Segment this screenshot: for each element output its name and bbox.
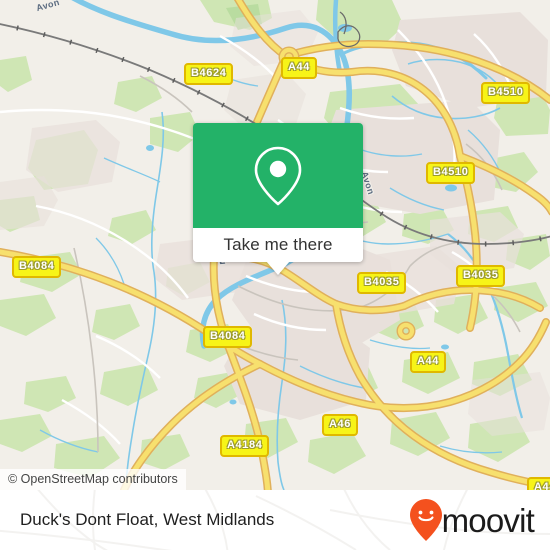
road-shield-b4084-2: B4084	[203, 326, 253, 348]
road-shield-b4624-1: B4624	[184, 63, 234, 85]
moovit-map-screenshot: B4624 A44 B4510 B4510 B4035 B4035 B4084 …	[0, 0, 550, 550]
location-callout-card[interactable]: Take me there	[193, 123, 363, 275]
road-shield-b4510-1: B4510	[481, 82, 531, 104]
footer-bar: Duck's Dont Float, West Midlands moovit	[0, 490, 550, 550]
map-canvas[interactable]: B4624 A44 B4510 B4510 B4035 B4035 B4084 …	[0, 0, 550, 490]
take-me-there-label: Take me there	[223, 235, 333, 254]
road-shield-b4035-1: B4035	[357, 272, 407, 294]
callout-pin-panel	[193, 123, 363, 228]
take-me-there-button[interactable]: Take me there	[193, 228, 363, 275]
road-shield-b4035-2: B4035	[456, 265, 506, 287]
callout-tail	[266, 261, 290, 275]
page-title: Duck's Dont Float, West Midlands	[20, 510, 275, 529]
road-shield-a4184: A4184	[220, 435, 270, 457]
osm-attribution[interactable]: © OpenStreetMap contributors	[0, 469, 186, 490]
brand-name-text: moovit	[441, 501, 535, 539]
road-shield-b4084-1: B4084	[12, 256, 62, 278]
road-shield-a44-3: A44	[527, 477, 550, 490]
road-shield-a44-1: A44	[281, 57, 317, 79]
moovit-brand-logo: moovit	[409, 498, 535, 542]
map-pin-icon	[254, 146, 302, 205]
road-shield-b4510-2: B4510	[426, 162, 476, 184]
road-shield-a46: A46	[322, 414, 358, 436]
moovit-pin-logo	[409, 499, 442, 541]
road-shield-a44-2: A44	[410, 351, 446, 373]
